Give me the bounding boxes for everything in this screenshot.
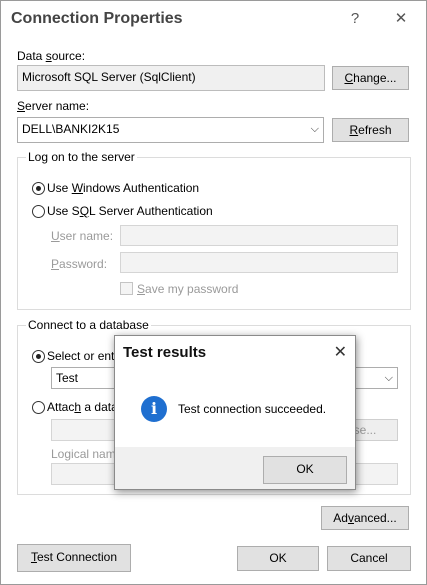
windows-auth-label[interactable]: Use Windows Authentication: [47, 181, 199, 195]
connection-properties-window: Connection Properties ? ✕ Data source: M…: [0, 0, 427, 585]
select-database-radio[interactable]: [32, 350, 45, 363]
cancel-button[interactable]: Cancel: [327, 546, 411, 571]
window-title: Connection Properties: [11, 10, 183, 27]
server-name-label: Server name:: [17, 99, 90, 113]
advanced-button[interactable]: Advanced...: [321, 506, 409, 530]
change-button[interactable]: Change...: [332, 66, 409, 90]
test-connection-button[interactable]: Test Connection: [17, 544, 131, 572]
dialog-ok-button[interactable]: OK: [263, 456, 347, 484]
server-name-combobox[interactable]: DELL\BANKI2K15 ⌵: [17, 117, 324, 143]
dialog-message: Test connection succeeded.: [178, 402, 327, 416]
username-input[interactable]: [120, 225, 398, 246]
close-icon[interactable]: ✕: [334, 342, 347, 362]
data-source-field[interactable]: Microsoft SQL Server (SqlClient): [17, 65, 325, 91]
database-group-title: Connect to a database: [26, 318, 151, 332]
password-label: Password:: [51, 257, 108, 271]
logon-group-title: Log on to the server: [26, 150, 137, 164]
save-password-label[interactable]: Save my password: [137, 282, 238, 296]
help-icon[interactable]: ?: [343, 9, 367, 29]
data-source-label: Data source:: [17, 49, 86, 63]
dialog-footer: OK: [115, 447, 355, 489]
dialog-title: Test results: [123, 344, 207, 361]
chevron-down-icon[interactable]: ⌵: [385, 368, 393, 388]
refresh-button[interactable]: Refresh: [332, 118, 409, 142]
close-icon[interactable]: ✕: [389, 9, 413, 29]
attach-file-radio[interactable]: [32, 401, 45, 414]
password-input[interactable]: [120, 252, 398, 273]
title-bar: Connection Properties ? ✕: [1, 1, 426, 37]
server-name-value: DELL\BANKI2K15: [22, 122, 120, 136]
attach-file-label[interactable]: Attach a data: [47, 400, 118, 414]
info-icon: i: [141, 396, 167, 422]
sql-auth-radio[interactable]: [32, 205, 45, 218]
sql-auth-label[interactable]: Use SQL Server Authentication: [47, 204, 213, 218]
windows-auth-radio[interactable]: [32, 182, 45, 195]
database-value: Test: [56, 371, 79, 385]
chevron-down-icon[interactable]: ⌵: [311, 118, 319, 140]
ok-button[interactable]: OK: [237, 546, 319, 571]
username-label: User name:: [51, 229, 114, 243]
save-password-checkbox[interactable]: [120, 282, 133, 295]
logical-name-label: Logical nam: [51, 447, 116, 461]
select-database-label[interactable]: Select or ente: [47, 349, 121, 363]
test-results-dialog: Test results ✕ i Test connection succeed…: [114, 335, 356, 490]
